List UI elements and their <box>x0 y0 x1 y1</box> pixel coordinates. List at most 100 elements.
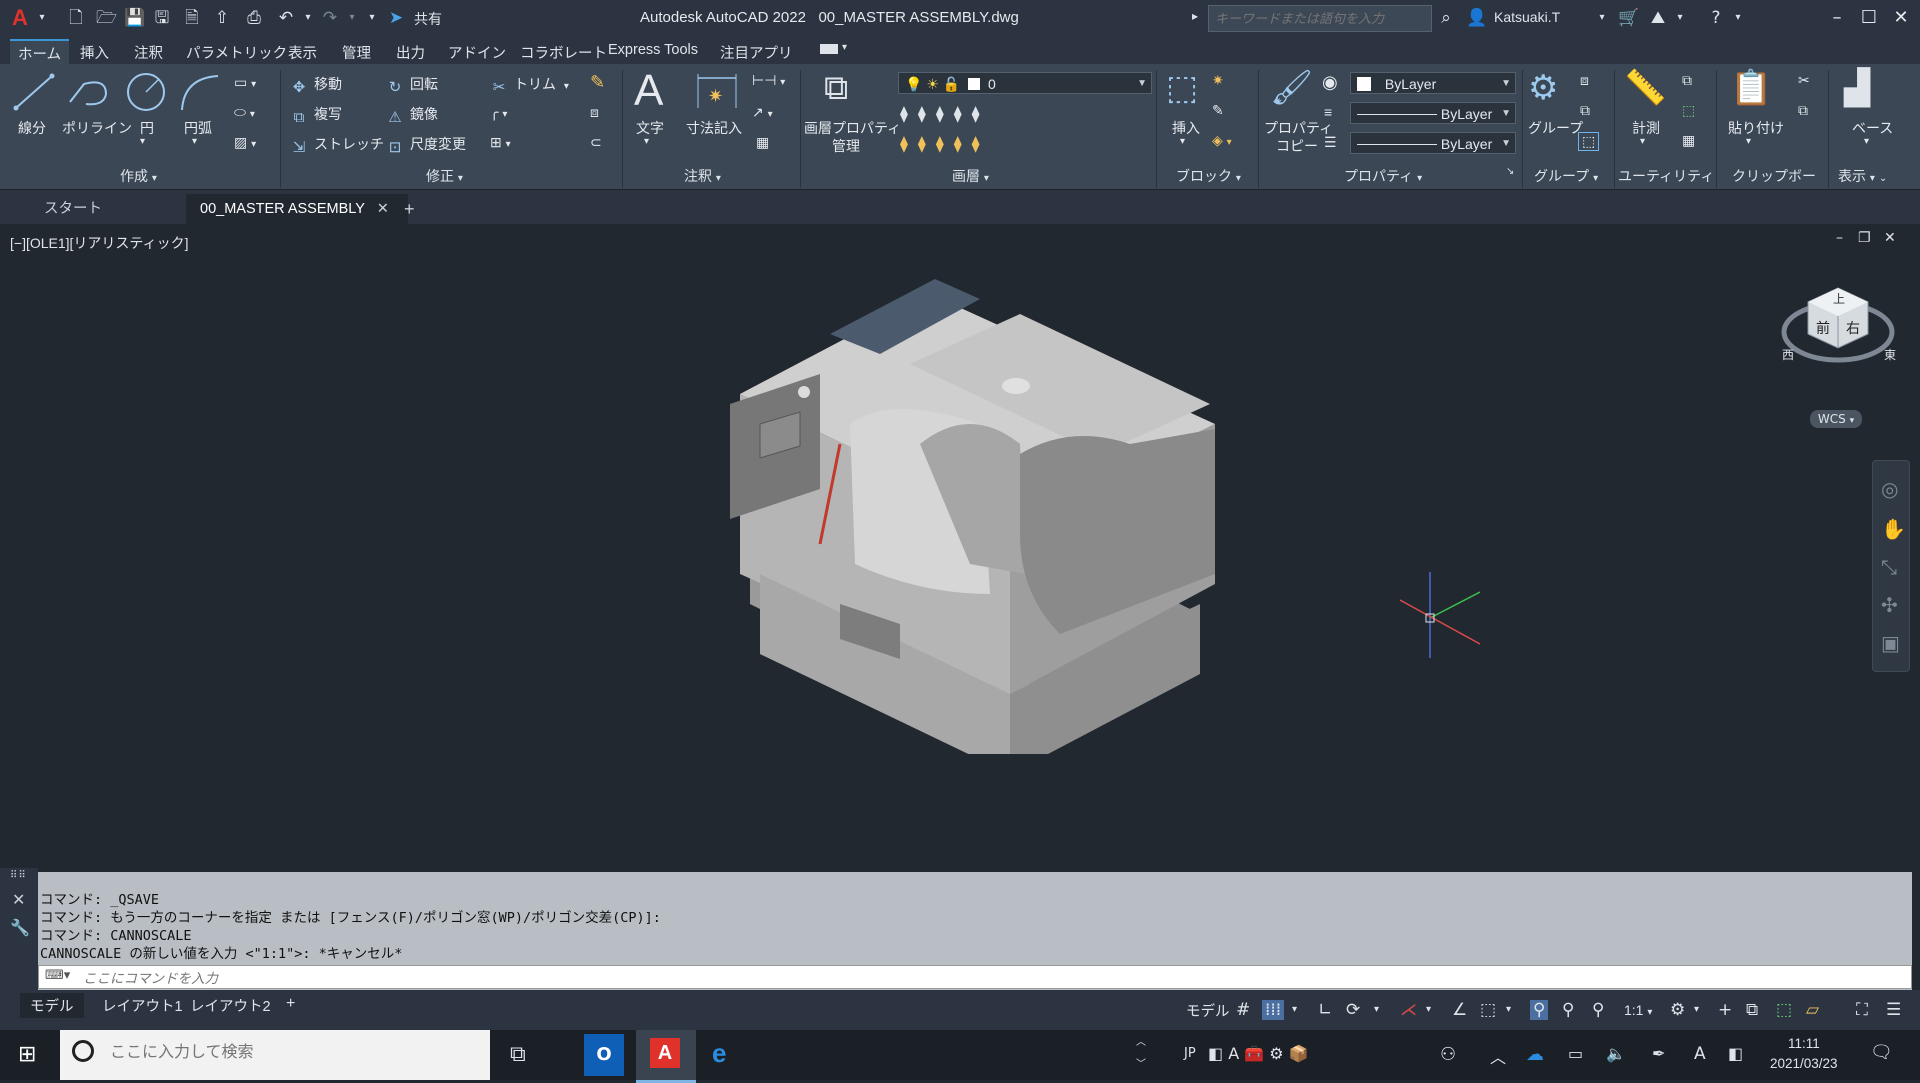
undo-dropdown-icon[interactable]: ▾ <box>298 8 318 28</box>
calculator-icon[interactable]: ▦ <box>1682 132 1695 149</box>
group-selection-toggle-icon[interactable]: ⬚ <box>1578 132 1600 151</box>
lock-ui-icon[interactable]: ▱ <box>1806 1000 1819 1020</box>
autocad-taskbar-button[interactable]: A <box>636 1030 696 1083</box>
line-icon[interactable] <box>12 72 56 112</box>
drawing-viewport[interactable]: [−][OLE1][リアリスティック] – ❐ ✕ 上 前 右 西 東 WCS … <box>0 224 1920 868</box>
match-properties-button-line2[interactable]: コピー <box>1276 136 1318 156</box>
auto-scale-icon[interactable]: ⚲ <box>1562 1000 1574 1020</box>
showmotion-icon[interactable]: ▣ <box>1881 631 1900 655</box>
ribbon-minimize-toggle-icon[interactable] <box>820 44 838 54</box>
tab-output[interactable]: 出力 <box>396 42 425 63</box>
group-button[interactable]: グループ <box>1528 118 1583 138</box>
linetype-icon[interactable]: ≡ <box>1324 104 1332 120</box>
cut-icon[interactable]: ✂ <box>1798 72 1810 89</box>
edit-block-icon[interactable]: ✎ <box>1212 102 1224 119</box>
annotation-monitor-icon[interactable]: + <box>1718 1000 1732 1020</box>
search-input[interactable] <box>1209 6 1427 31</box>
isodraft-icon[interactable]: ⋌ <box>1400 1000 1417 1020</box>
maximize-window-icon[interactable]: ☐ <box>1854 5 1884 31</box>
snap-mode-icon[interactable]: ⁞⁞⁞ <box>1262 1000 1285 1020</box>
paste-dropdown-icon[interactable]: ▾ <box>1746 136 1751 147</box>
taskbar-scroll-icon[interactable]: ︿ ﹀ <box>1136 1032 1146 1076</box>
quick-properties-icon[interactable]: ⬚ <box>1776 1000 1792 1020</box>
3d-model-lathe[interactable] <box>720 274 1230 754</box>
table-icon[interactable]: ▦ <box>756 134 769 151</box>
layout-tab-1[interactable]: レイアウト1 <box>92 993 193 1018</box>
measure-dropdown-icon[interactable]: ▾ <box>1640 136 1645 147</box>
tab-collaborate[interactable]: コラボレート <box>520 42 607 63</box>
redo-icon[interactable]: ↷ <box>320 8 340 28</box>
open-web-icon[interactable]: 🗎 <box>182 8 202 28</box>
object-snap-icon[interactable]: ⬚ <box>1480 1000 1496 1020</box>
tab-view[interactable]: 表示 <box>288 42 317 63</box>
orbit-icon[interactable]: ✣ <box>1881 593 1898 617</box>
tab-parametric[interactable]: パラメトリック <box>186 42 287 63</box>
user-icon[interactable]: 👤 <box>1466 8 1487 28</box>
trim-button[interactable]: ✂ トリム ▾ <box>490 74 569 97</box>
grid-icon[interactable]: # <box>1236 1000 1250 1020</box>
task-view-icon[interactable]: ⧉ <box>510 1042 526 1067</box>
lineweight-dropdown[interactable]: ByLayer ▼ <box>1350 132 1516 154</box>
stretch-button[interactable]: ⇲ ストレッチ <box>290 134 384 157</box>
autocad-logo-icon[interactable]: A <box>12 5 28 31</box>
circle-icon[interactable] <box>124 70 168 114</box>
steering-wheel-icon[interactable]: ◎ <box>1881 477 1898 501</box>
help-icon[interactable]: ? <box>1706 8 1726 28</box>
base-view-button[interactable]: ベース <box>1852 118 1893 138</box>
new-tab-icon[interactable]: + <box>404 194 415 224</box>
search-icon[interactable]: ⌕ <box>1436 8 1456 28</box>
line-button[interactable]: 線分 <box>18 118 46 138</box>
viewcube-top-label[interactable]: 上 <box>1833 290 1845 307</box>
model-space-toggle[interactable]: モデル <box>1186 1000 1230 1021</box>
taskbar-search[interactable] <box>60 1030 490 1080</box>
rotate-button[interactable]: ↻ 回転 <box>386 74 438 97</box>
command-customize-wrench-icon[interactable]: 🔧 <box>10 918 30 937</box>
insert-dropdown-icon[interactable]: ▾ <box>1180 136 1185 147</box>
modify-panel-label[interactable]: 修正 ▾ <box>426 166 463 186</box>
tab-manage[interactable]: 管理 <box>342 42 371 63</box>
match-properties-icon[interactable]: 🖌 <box>1270 68 1313 108</box>
annotation-scale-icon[interactable]: ⚲ <box>1592 1000 1604 1020</box>
zoom-extents-icon[interactable]: ⤡ <box>1881 555 1897 579</box>
user-name[interactable]: Katsuaki.T <box>1494 9 1560 25</box>
viewport-controls-label[interactable]: [−][OLE1][リアリスティック] <box>10 233 188 253</box>
scale-button[interactable]: ⊡ 尺度変更 <box>386 134 466 157</box>
circle-button[interactable]: 円 <box>140 118 154 138</box>
text-button[interactable]: 文字 <box>636 118 664 138</box>
polyline-button[interactable]: ポリライン <box>62 118 132 138</box>
annotation-visibility-icon[interactable]: ⚲ <box>1530 1000 1549 1020</box>
redo-dropdown-icon[interactable]: ▾ <box>342 8 362 28</box>
ime-mode-indicator[interactable]: A <box>1694 1044 1706 1064</box>
block-attributes-icon[interactable]: ◈ ▾ <box>1212 132 1232 149</box>
layers-panel-label[interactable]: 画層 ▾ <box>952 166 989 186</box>
arc-dropdown-icon[interactable]: ▾ <box>192 136 197 147</box>
dimension-icon[interactable]: ✷ <box>694 70 740 112</box>
minimize-window-icon[interactable]: – <box>1822 5 1852 31</box>
polar-tracking-icon[interactable]: ⟳ <box>1346 1000 1360 1020</box>
annotation-panel-label[interactable]: 注釈 ▾ <box>684 166 721 186</box>
command-grip-icon[interactable]: ⠿⠿ <box>10 870 27 881</box>
share-icon[interactable]: ➤ <box>386 8 406 28</box>
close-window-icon[interactable]: ✕ <box>1886 5 1916 31</box>
windows-start-icon[interactable]: ⊞ <box>18 1042 36 1067</box>
lineweight-icon[interactable]: ☰ <box>1324 134 1337 151</box>
wcs-menu[interactable]: WCS ▾ <box>1810 410 1862 428</box>
copy-clip-icon[interactable]: ⧉ <box>1798 102 1808 119</box>
save-as-icon[interactable]: 🖫 <box>152 8 172 28</box>
linetype-dropdown[interactable]: ByLayer ▼ <box>1350 102 1516 124</box>
layer-properties-button-line2[interactable]: 管理 <box>832 136 860 156</box>
viewport-restore-icon[interactable]: ❐ <box>1858 230 1871 246</box>
ellipse-icon[interactable]: ⬭ ▾ <box>234 104 255 121</box>
viewcube-east-label[interactable]: 東 <box>1884 346 1896 363</box>
save-web-icon[interactable]: ⇧ <box>212 8 232 28</box>
offset-icon[interactable]: ⊂ <box>590 134 602 151</box>
onedrive-icon[interactable]: ☁ <box>1526 1044 1544 1065</box>
volume-icon[interactable]: 🔈 <box>1606 1044 1626 1063</box>
explode-icon[interactable]: ⧈ <box>590 104 599 121</box>
pan-hand-icon[interactable]: ✋ <box>1881 517 1906 541</box>
move-button[interactable]: ✥ 移動 <box>290 74 342 97</box>
view-panel-label[interactable]: 表示 ▾ ⌄ <box>1838 166 1887 186</box>
group-icon[interactable]: ⚙ <box>1528 68 1558 108</box>
snap-dropdown-icon[interactable]: ▾ <box>1292 1004 1297 1015</box>
quick-select-icon[interactable]: ⧉ <box>1682 72 1692 89</box>
